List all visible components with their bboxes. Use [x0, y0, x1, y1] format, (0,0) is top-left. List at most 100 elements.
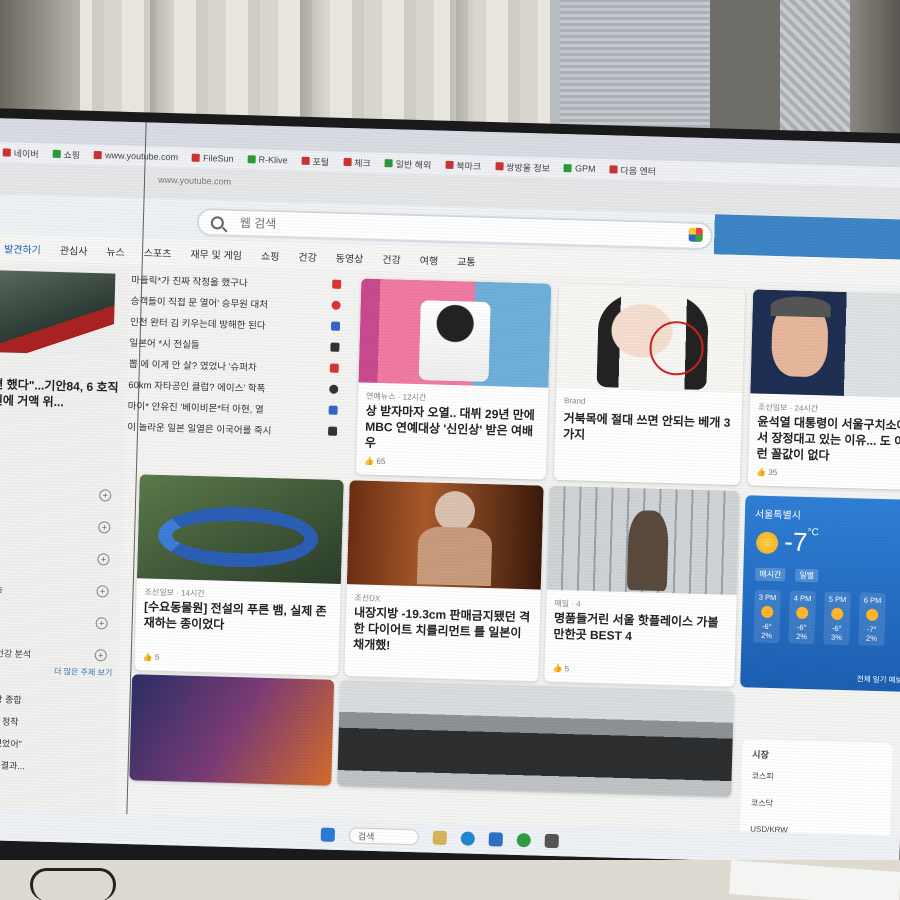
bookmark-item[interactable]: GPM [563, 163, 596, 174]
bookmark-label: 북마크 [456, 160, 482, 172]
weather-location[interactable]: 서울특별시 [755, 506, 801, 522]
lead-news-title[interactable]: 편 했다"...기안84, 6 호직원에 거액 위... [0, 376, 122, 412]
market-item[interactable]: 코스피 [751, 771, 891, 786]
headline-text: 마이* 안유진 '베이비몬*터 아현, 열 [127, 400, 264, 416]
bookmark-label: 일반 해외 [395, 158, 432, 170]
category-tab[interactable]: 교통 [457, 253, 476, 269]
bookmark-item[interactable]: 다음 엔터 [609, 163, 656, 177]
bookmark-favicon-icon [192, 153, 201, 162]
like-count: 65 [376, 456, 386, 467]
bookmark-item[interactable]: 포털 [301, 154, 329, 168]
chrome-icon[interactable] [516, 832, 531, 848]
app-icon[interactable] [544, 833, 559, 849]
hour-temp: -6° [761, 621, 772, 632]
bookmark-item[interactable]: 쌍방울 정보 [495, 160, 550, 175]
side-interest-item[interactable]: + [0, 604, 114, 640]
bookmark-favicon-icon [563, 164, 573, 173]
side-bottom-item[interactable]: 인 상 종합 [0, 692, 112, 718]
category-tab[interactable]: 뉴스 [106, 243, 125, 259]
monitor-screen: 네이버 쇼핑 www.youtube.com FileSun R-Klive 포털 체크 일반… [0, 118, 900, 866]
side-interest-label: 실 건강 분석 [0, 647, 32, 659]
windows-start-icon[interactable] [320, 827, 336, 842]
news-card[interactable]: Brand 거북목에 절대 쓰면 안되는 베개 3가지 [553, 283, 746, 486]
category-tab[interactable]: 동영상 [336, 249, 364, 265]
weather-widget[interactable]: 서울특별시 -7°C 매시간 일별 3 PM -6° 2% 4 PM -6° 2% 5 PM… [740, 495, 900, 692]
sun-icon [796, 606, 809, 620]
weather-tabs: 매시간 일별 [755, 567, 819, 583]
lead-news-image[interactable] [0, 270, 116, 356]
news-card-image-game[interactable] [129, 674, 335, 786]
bookmark-item[interactable]: 일반 해외 [384, 157, 432, 171]
category-tab[interactable]: 건강 [298, 248, 317, 264]
news-card[interactable]: 조선일보 · 24시간 윤석열 대통령이 서울구치소에서 장정대고 있는 이유.… [747, 289, 900, 491]
card-reactions[interactable]: 👍 35 [756, 468, 777, 478]
side-interest-item[interactable]: 리능 + [0, 572, 115, 608]
side-bottom-item[interactable]: "버텼었어" [0, 736, 110, 762]
bookmark-item[interactable]: 쇼핑 [52, 147, 80, 161]
bookmark-item[interactable]: 네이버 [2, 146, 39, 160]
news-card[interactable]: 조선DX 내장지방 -19.3cm 판매금지됐던 격한 다이어트 치를리먼트 를… [344, 480, 544, 682]
side-interest-item[interactable]: 니+ [0, 540, 116, 576]
card-reactions[interactable]: 👍 5 [143, 652, 160, 661]
card-title[interactable]: 거북목에 절대 쓰면 안되는 베개 3가지 [563, 410, 734, 447]
card-source: 연예뉴스 · 12시간 [365, 391, 427, 403]
publisher-icon [328, 405, 338, 415]
category-tab[interactable]: 관심사 [60, 242, 88, 258]
headline-text: 승객들이 직접 문 열어' 승무원 대처 [130, 295, 269, 311]
hour-time: 4 PM [793, 593, 812, 604]
card-title[interactable]: 내장지방 -19.3cm 판매금지됐던 격한 다이어트 치를리먼트 를 일본이 … [353, 604, 532, 657]
headline-item[interactable]: 이 놀라운 일본 일열은 이국어를 죽시 [127, 415, 338, 442]
card-reactions[interactable]: 👍 65 [364, 457, 385, 467]
category-tab[interactable]: 재무 및 게임 [190, 245, 242, 261]
side-interest-item[interactable]: + [0, 508, 117, 544]
news-card-image-car[interactable] [337, 680, 735, 797]
category-tab[interactable]: 쇼핑 [261, 247, 280, 263]
category-tab[interactable]: 여행 [420, 252, 439, 268]
bookmark-item[interactable]: 북마크 [445, 158, 481, 172]
sun-icon [755, 531, 779, 555]
side-interest-list: 목++니+리능++실 건강 분석+ [0, 476, 118, 671]
side-interest-item[interactable]: 목+ [0, 476, 118, 512]
bing-icon[interactable] [688, 227, 703, 242]
bookmark-label: 네이버 [13, 148, 39, 159]
weather-hour: 6 PM -7° 2% [858, 592, 886, 647]
bookmark-item[interactable]: FileSun [192, 153, 234, 164]
add-icon[interactable]: + [94, 649, 107, 662]
edge-icon[interactable] [460, 831, 475, 846]
card-title[interactable]: 상 받자마자 오열.. 대뷔 29년 만에 MBC 연예대상 '신인상' 받은 … [365, 403, 540, 456]
card-title[interactable]: [수요동물원] 전설의 푸른 뱀, 실제 존재하는 종이었다 [143, 599, 332, 636]
bookmark-item[interactable]: R-Klive [247, 154, 288, 165]
news-card[interactable]: 매일 · 4 명품들거린 서울 핫플레이스 가볼만한곳 BEST 4 👍 5 [544, 485, 740, 688]
card-title[interactable]: 명품들거린 서울 핫플레이스 가볼만한곳 BEST 4 [553, 610, 728, 647]
hour-time: 5 PM [828, 594, 847, 605]
market-item[interactable]: 코스닥 [751, 798, 891, 813]
taskbar-search[interactable]: 검색 [348, 827, 420, 846]
bookmark-item[interactable]: 체크 [343, 155, 371, 169]
card-title[interactable]: 윤석열 대통령이 서울구치소에서 장정대고 있는 이유... 도 이런 꼴값이 … [756, 414, 900, 466]
category-tab[interactable]: 스포츠 [144, 244, 172, 260]
add-icon[interactable]: + [96, 585, 109, 598]
like-count: 5 [564, 664, 570, 674]
bookmark-favicon-icon [445, 160, 454, 169]
weather-hour: 5 PM -6° 3% [823, 591, 851, 646]
category-tab[interactable]: 건강 [382, 251, 401, 267]
bookmark-item[interactable]: www.youtube.com [94, 150, 178, 162]
store-icon[interactable] [488, 832, 503, 847]
side-bottom-item[interactable]: 다룬 결과... [0, 758, 110, 784]
tab-hourly[interactable]: 매시간 [755, 567, 786, 582]
bookmark-favicon-icon [247, 155, 256, 164]
add-icon[interactable]: + [99, 489, 112, 502]
file-explorer-icon[interactable] [432, 830, 447, 846]
news-card[interactable]: 조선일보 · 14시간 [수요동물원] 전설의 푸른 뱀, 실제 존재하는 종이… [134, 474, 344, 676]
tab-daily[interactable]: 일별 [795, 568, 819, 583]
weather-more-link[interactable]: 전체 일기 예보 [857, 673, 900, 685]
category-tab[interactable]: 발견하기 [4, 240, 41, 256]
add-icon[interactable]: + [98, 521, 111, 534]
side-bottom-item[interactable]: 전쟁 정착 [0, 714, 111, 740]
add-icon[interactable]: + [97, 553, 110, 566]
add-icon[interactable]: + [95, 617, 108, 630]
search-input[interactable] [237, 214, 682, 244]
news-card[interactable]: 연예뉴스 · 12시간 상 받자마자 오열.. 대뷔 29년 만에 MBC 연예… [355, 278, 552, 480]
publisher-icon [327, 426, 338, 436]
card-reactions[interactable]: 👍 5 [552, 664, 569, 673]
